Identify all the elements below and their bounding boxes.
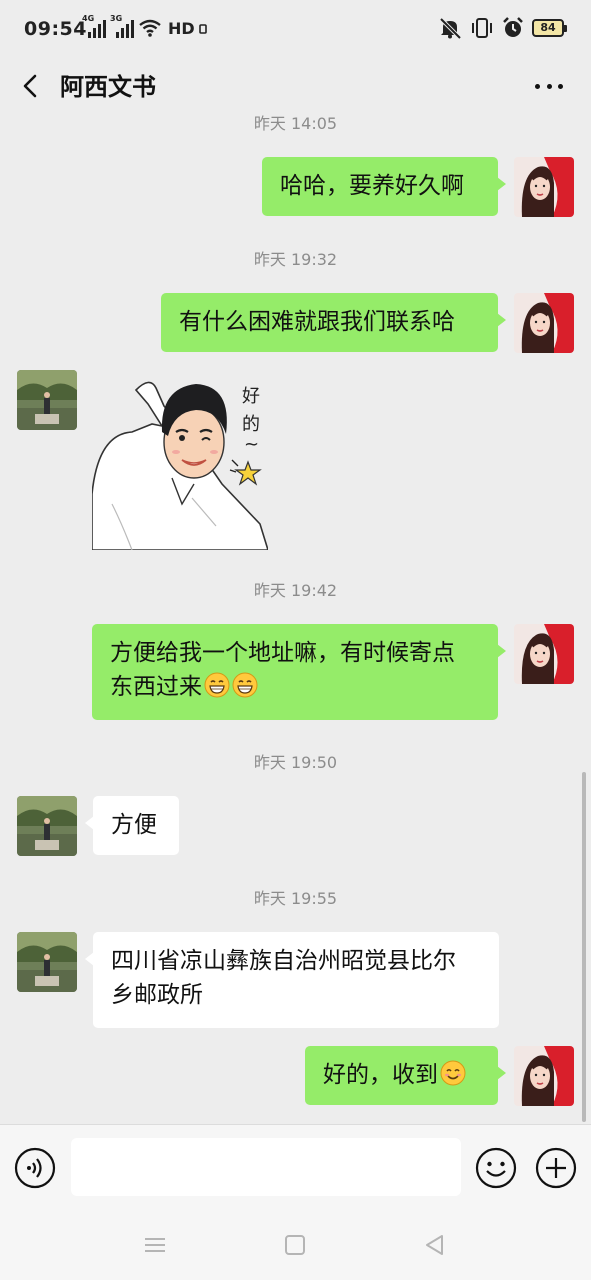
status-time: 09:54 xyxy=(24,18,87,40)
my-avatar[interactable] xyxy=(514,1046,574,1106)
my-avatar[interactable] xyxy=(514,624,574,684)
my-avatar[interactable] xyxy=(514,293,574,353)
timestamp: 昨天 19:32 xyxy=(253,250,338,269)
timestamp: 昨天 19:55 xyxy=(253,889,338,908)
voice-icon xyxy=(14,1147,56,1189)
emoji-icon xyxy=(475,1147,517,1189)
signal-4g-icon: 4G xyxy=(82,14,106,38)
message-bubble-me[interactable]: 有什么困难就跟我们联系哈 xyxy=(161,293,506,352)
nav-back-button[interactable] xyxy=(422,1232,448,1258)
message-text-line: 四川省凉山彝族自治州昭觉县比尔 xyxy=(111,948,456,974)
plus-icon xyxy=(535,1147,577,1189)
hd-indicator: HD xyxy=(168,18,195,38)
grin-emoji xyxy=(204,672,230,698)
status-bar: 09:54 4G 3G HD 84 xyxy=(0,0,591,58)
status-right-icons: 84 xyxy=(438,17,567,39)
contact-avatar[interactable] xyxy=(17,370,77,430)
system-nav-bar xyxy=(0,1210,591,1280)
battery-indicator: 84 xyxy=(532,19,567,37)
message-list[interactable]: 昨天 14:05 哈哈，要养好久啊 昨天 19:32 有什么困难就跟我们联系哈 xyxy=(0,114,591,1124)
grin-emoji xyxy=(232,672,258,698)
svg-text:~: ~ xyxy=(244,434,259,455)
message-text-line: 东西过来 xyxy=(110,674,202,700)
sticker-caption: 好 xyxy=(242,386,260,407)
signal-3g-icon: 3G xyxy=(110,14,134,38)
chevron-left-icon xyxy=(23,74,37,98)
message-bubble-me[interactable]: 方便给我一个地址嘛，有时候寄点 东西过来 xyxy=(92,624,506,720)
smile-emoji xyxy=(440,1060,466,1086)
voice-button[interactable] xyxy=(14,1147,56,1189)
message-text-line: 乡邮政所 xyxy=(111,982,203,1008)
alarm-icon xyxy=(503,17,523,37)
battery-level: 84 xyxy=(532,19,564,37)
chat-screen: 09:54 4G 3G HD 84 阿西文书 昨天 14:05 哈哈，要养好久啊… xyxy=(0,0,591,1280)
more-functions-button[interactable] xyxy=(535,1147,577,1189)
wifi-icon xyxy=(139,19,161,37)
vibrate-icon xyxy=(472,18,492,38)
title-bar: 阿西文书 xyxy=(0,58,591,114)
sticker-okay[interactable]: 好 的 ~ xyxy=(92,374,268,550)
timestamp: 昨天 19:50 xyxy=(253,753,338,772)
emoji-button[interactable] xyxy=(475,1147,517,1189)
back-button[interactable] xyxy=(14,66,50,106)
message-bubble-other[interactable]: 方便 xyxy=(85,796,179,855)
scrollbar[interactable] xyxy=(582,772,586,1122)
timestamp: 昨天 14:05 xyxy=(253,114,338,133)
timestamp: 昨天 19:42 xyxy=(253,581,338,600)
menu-icon xyxy=(145,1238,165,1252)
message-bubble-other[interactable]: 四川省凉山彝族自治州昭觉县比尔 乡邮政所 xyxy=(85,932,499,1028)
nav-menu-button[interactable] xyxy=(142,1232,168,1258)
contact-avatar[interactable] xyxy=(17,796,77,856)
more-button[interactable] xyxy=(529,68,569,104)
hd-dot-icon xyxy=(198,24,207,34)
message-text: 好的，收到 xyxy=(323,1062,438,1088)
mute-icon xyxy=(439,17,462,39)
my-avatar[interactable] xyxy=(514,157,574,217)
home-square-icon xyxy=(285,1235,305,1255)
message-input[interactable] xyxy=(71,1138,461,1196)
message-bubble-me[interactable]: 好的，收到 xyxy=(305,1046,506,1105)
message-text-line: 方便给我一个地址嘛，有时候寄点 xyxy=(110,640,455,666)
message-bubble-me[interactable]: 哈哈，要养好久啊 xyxy=(262,157,506,216)
message-text-line-2: 东西过来 xyxy=(110,670,480,704)
contact-avatar[interactable] xyxy=(17,932,77,992)
network-indicators: 4G 3G HD xyxy=(82,14,207,38)
svg-text:的: 的 xyxy=(242,414,260,435)
nav-home-button[interactable] xyxy=(282,1232,308,1258)
chat-title: 阿西文书 xyxy=(60,73,156,101)
more-dots-icon xyxy=(535,83,540,89)
back-triangle-icon xyxy=(426,1235,443,1255)
input-bar xyxy=(0,1124,591,1210)
